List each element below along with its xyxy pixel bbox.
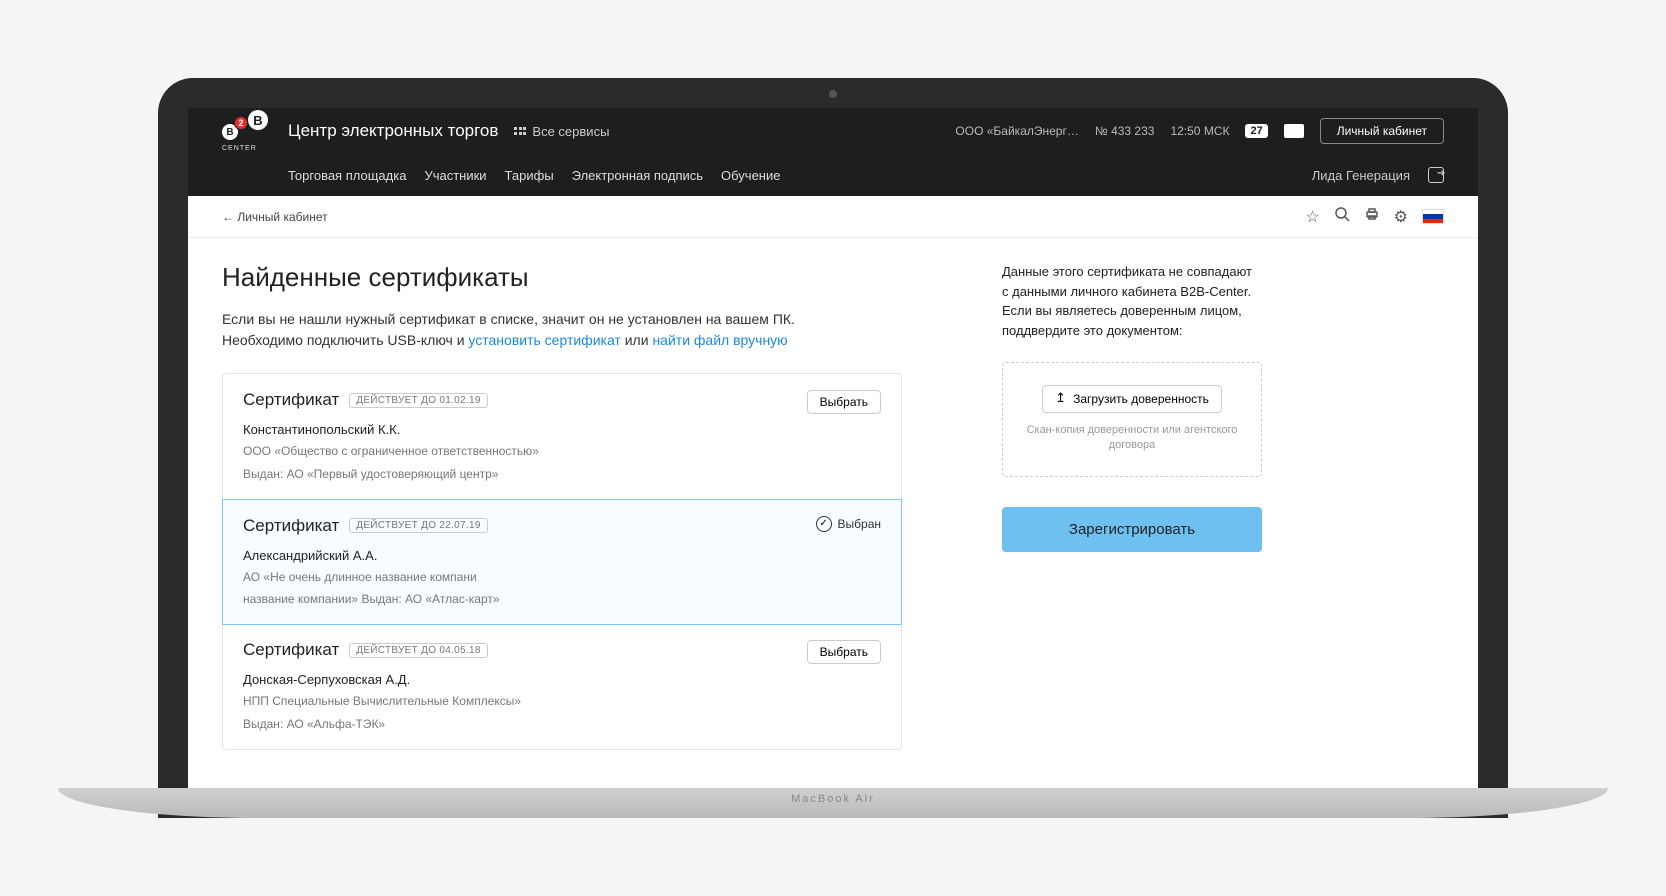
select-button[interactable]: Выбрать — [807, 390, 881, 414]
right-column: Данные этого сертификата не совпадают с … — [1002, 262, 1262, 750]
cert-valid-badge: ДЕЙСТВУЕТ ДО 04.05.18 — [349, 643, 487, 658]
nav-trading[interactable]: Торговая площадка — [288, 168, 406, 183]
certificates-list: Сертификат ДЕЙСТВУЕТ ДО 01.02.19 Выбрать… — [222, 373, 902, 750]
check-icon: ✓ — [816, 516, 832, 532]
cert-issued: Выдан: АО «Альфа-ТЭК» — [243, 716, 881, 733]
logo[interactable]: B B 2 CENTER — [222, 110, 272, 152]
upload-button[interactable]: Загрузить доверенность — [1042, 385, 1222, 413]
search-icon[interactable] — [1334, 206, 1350, 227]
logo-b-icon: B — [248, 110, 268, 130]
select-button[interactable]: Выбрать — [807, 640, 881, 664]
cert-issued: Выдан: АО «Первый удостоверяющий центр» — [243, 466, 881, 483]
brand-title: Центр электронных торгов — [288, 121, 498, 141]
register-button[interactable]: Зарегистрировать — [1002, 507, 1262, 552]
flag-ru-icon[interactable] — [1422, 209, 1444, 224]
intro-text: Если вы не нашли нужный сертификат в спи… — [222, 309, 902, 351]
user-name[interactable]: Лида Генерация — [1312, 168, 1410, 183]
cert-org: АО «Не очень длинное название компани — [243, 569, 881, 586]
page-title: Найденные сертификаты — [222, 262, 902, 293]
header-nav-row: Торговая площадка Участники Тарифы Элект… — [222, 154, 1444, 196]
intro-line2a: Необходимо подключить USB-ключ и — [222, 332, 468, 348]
mail-icon[interactable] — [1284, 124, 1304, 138]
intro-line2b: или — [621, 332, 653, 348]
main-content: Найденные сертификаты Если вы не нашли н… — [188, 238, 1478, 774]
nav-training[interactable]: Обучение — [721, 168, 780, 183]
breadcrumb-bar: ← Личный кабинет ☆ ⚙ — [188, 196, 1478, 238]
cert-issued: название компании» Выдан: АО «Атлас-карт… — [243, 591, 881, 608]
cert-person: Константинопольский К.К. — [243, 422, 881, 437]
time-label: 12:50 МСК — [1170, 124, 1229, 138]
grid-icon — [514, 127, 526, 135]
nav-tariffs[interactable]: Тарифы — [505, 168, 554, 183]
cert-valid-badge: ДЕЙСТВУЕТ ДО 22.07.19 — [349, 518, 487, 533]
mismatch-text: Данные этого сертификата не совпадают с … — [1002, 262, 1262, 340]
selected-label: Выбран — [838, 517, 881, 531]
gear-icon[interactable]: ⚙ — [1394, 207, 1408, 227]
star-icon[interactable]: ☆ — [1305, 207, 1319, 227]
order-number: № 433 233 — [1095, 124, 1155, 138]
org-name[interactable]: ООО «БайкалЭнерг… — [955, 124, 1078, 138]
cert-person: Донская-Серпуховская А.Д. — [243, 672, 881, 687]
logo-badge: 2 — [234, 116, 248, 130]
upload-button-label: Загрузить доверенность — [1073, 392, 1209, 406]
upload-icon — [1055, 393, 1067, 405]
upload-hint: Скан-копия доверенности или агентского д… — [1017, 423, 1247, 454]
toolbar-icons: ☆ ⚙ — [1305, 206, 1444, 227]
laptop-bottom: MacBook Air — [58, 788, 1608, 818]
intro-line1: Если вы не нашли нужный сертификат в спи… — [222, 311, 795, 327]
cert-item-selected[interactable]: Сертификат ДЕЙСТВУЕТ ДО 22.07.19 ✓ Выбра… — [222, 499, 902, 626]
cert-title: Сертификат — [243, 390, 339, 410]
cert-item[interactable]: Сертификат ДЕЙСТВУЕТ ДО 04.05.18 Выбрать… — [223, 624, 901, 749]
cert-org: НПП Специальные Вычислительные Комплексы… — [243, 693, 881, 710]
cert-title: Сертификат — [243, 640, 339, 660]
all-services-label: Все сервисы — [532, 124, 609, 139]
logout-icon[interactable] — [1428, 167, 1444, 183]
cabinet-button[interactable]: Личный кабинет — [1320, 118, 1444, 144]
cert-item[interactable]: Сертификат ДЕЙСТВУЕТ ДО 01.02.19 Выбрать… — [223, 374, 901, 500]
day-badge: 27 — [1245, 124, 1267, 138]
laptop-frame: B B 2 CENTER Центр электронных торгов Вс… — [158, 78, 1508, 818]
nav-signature[interactable]: Электронная подпись — [572, 168, 703, 183]
screen: B B 2 CENTER Центр электронных торгов Вс… — [188, 108, 1478, 788]
all-services-link[interactable]: Все сервисы — [514, 124, 609, 139]
nav-participants[interactable]: Участники — [424, 168, 486, 183]
upload-dropzone[interactable]: Загрузить доверенность Скан-копия довере… — [1002, 362, 1262, 477]
cert-valid-badge: ДЕЙСТВУЕТ ДО 01.02.19 — [349, 393, 487, 408]
find-file-link[interactable]: найти файл вручную — [652, 332, 787, 348]
header-top-row: B B 2 CENTER Центр электронных торгов Вс… — [222, 108, 1444, 154]
back-link[interactable]: ← Личный кабинет — [222, 210, 328, 224]
logo-text: CENTER — [222, 145, 257, 152]
header: B B 2 CENTER Центр электронных торгов Вс… — [188, 108, 1478, 196]
cert-org: ООО «Общество с ограниченное ответственн… — [243, 443, 881, 460]
left-column: Найденные сертификаты Если вы не нашли н… — [222, 262, 902, 750]
cert-person: Александрийский А.А. — [243, 548, 881, 563]
cert-title: Сертификат — [243, 516, 339, 536]
print-icon[interactable] — [1364, 206, 1380, 227]
install-cert-link[interactable]: установить сертификат — [468, 332, 620, 348]
